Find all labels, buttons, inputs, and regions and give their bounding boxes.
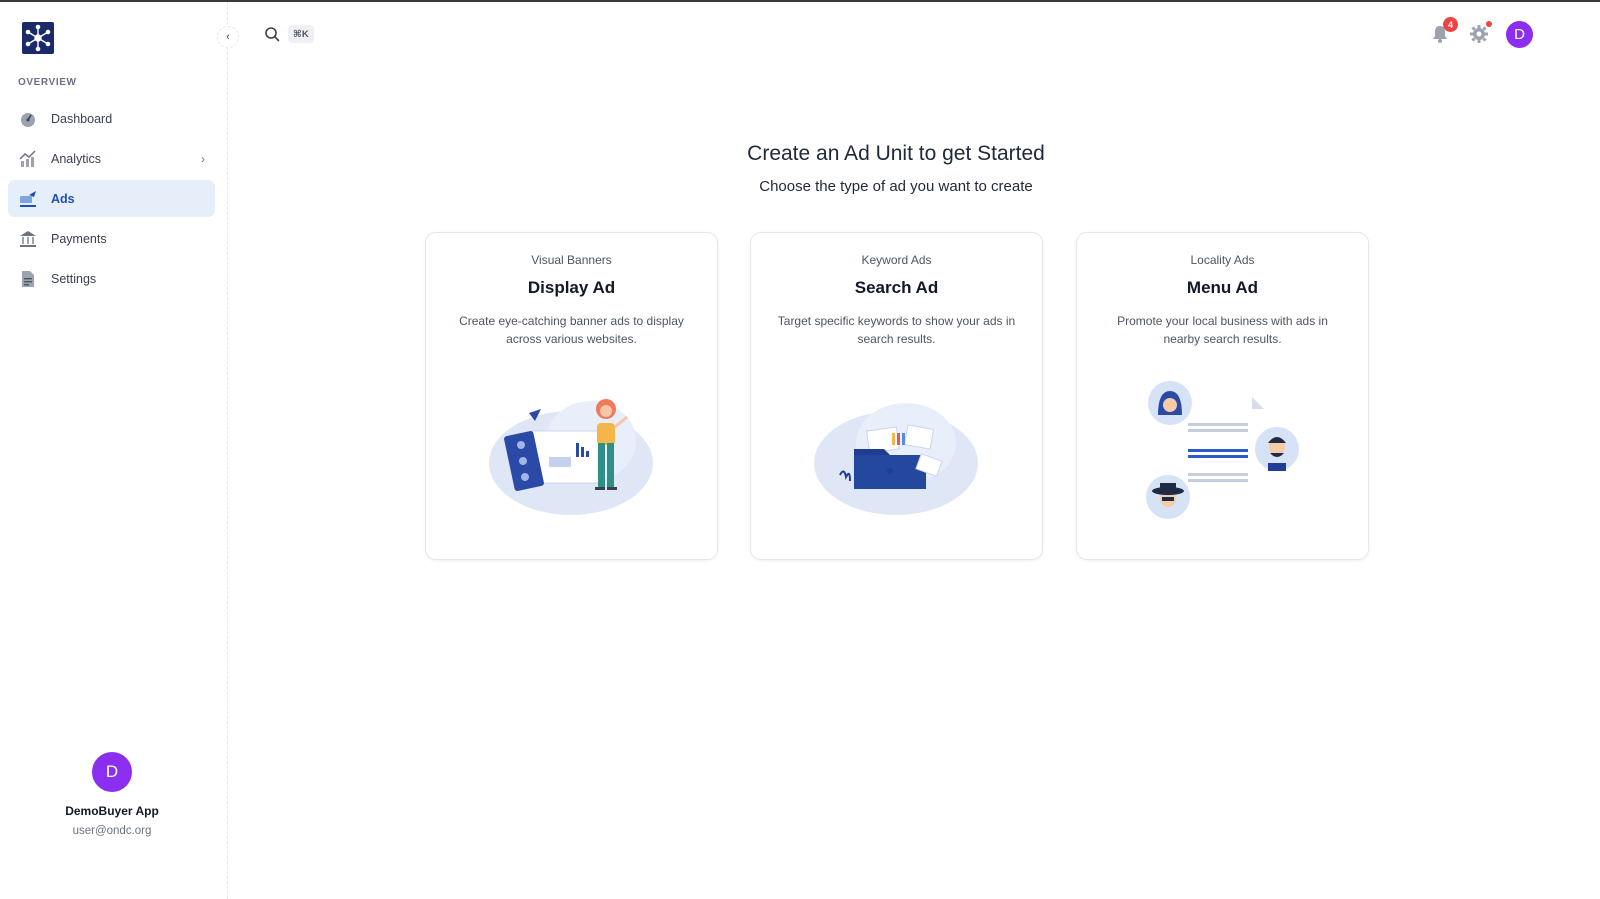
- card-eyebrow: Keyword Ads: [861, 253, 932, 267]
- sidebar-nav: Dashboard Analytics › Ads Payments Setti…: [8, 100, 215, 300]
- profile-email: user@ondc.org: [72, 825, 152, 837]
- menu-ad-card[interactable]: Locality Ads Menu Ad Promote your local …: [1076, 232, 1369, 560]
- sidebar-item-analytics[interactable]: Analytics ›: [8, 140, 215, 177]
- card-title: Search Ad: [854, 278, 939, 297]
- sidebar: OVERVIEW Dashboard Analytics › Ads Payme…: [0, 2, 228, 899]
- window-top-border: [0, 0, 1600, 2]
- sidebar-item-label: Payments: [51, 231, 107, 246]
- page-subtitle: Choose the type of ad you want to create: [759, 178, 1033, 195]
- sidebar-item-label: Analytics: [51, 151, 102, 166]
- sidebar-item-payments[interactable]: Payments: [8, 220, 215, 257]
- display-ad-illustration: [481, 381, 661, 521]
- sidebar-item-label: Dashboard: [51, 111, 113, 126]
- network-logo-icon: [25, 24, 51, 52]
- avatar[interactable]: D: [92, 752, 132, 792]
- sidebar-item-dashboard[interactable]: Dashboard: [8, 100, 215, 137]
- search-shortcut-badge[interactable]: ⌘K: [288, 25, 314, 43]
- app-logo[interactable]: [22, 22, 54, 54]
- sidebar-item-label: Ads: [51, 191, 75, 206]
- card-description: Promote your local business with ads in …: [1117, 314, 1328, 346]
- sidebar-section-label: OVERVIEW: [18, 77, 77, 88]
- menu-ad-illustration: [1132, 381, 1312, 521]
- chart-icon: [19, 149, 37, 168]
- notification-count-badge: 4: [1443, 17, 1458, 32]
- ads-icon: [19, 190, 37, 208]
- settings-alert-dot: [1486, 21, 1492, 27]
- collapse-sidebar-button[interactable]: ‹: [217, 26, 239, 48]
- gear-icon[interactable]: [1469, 24, 1489, 44]
- bank-icon: [19, 230, 37, 248]
- chevron-right-icon[interactable]: ›: [201, 152, 205, 166]
- profile-name: DemoBuyer App: [65, 804, 159, 818]
- card-description: Create eye-catching banner ads to displa…: [459, 314, 684, 346]
- sidebar-item-settings[interactable]: Settings: [8, 260, 215, 297]
- gauge-icon: [19, 110, 37, 128]
- card-eyebrow: Visual Banners: [531, 253, 612, 267]
- display-ad-card[interactable]: Visual Banners Display Ad Create eye-cat…: [425, 232, 718, 560]
- avatar[interactable]: D: [1506, 21, 1533, 48]
- sidebar-item-label: Settings: [51, 271, 97, 286]
- card-description: Target specific keywords to show your ad…: [777, 314, 1016, 346]
- document-icon: [19, 270, 37, 288]
- card-eyebrow: Locality Ads: [1190, 253, 1255, 267]
- card-title: Display Ad: [527, 278, 616, 297]
- search-ad-illustration: [806, 381, 986, 521]
- sidebar-item-ads[interactable]: Ads: [8, 180, 215, 217]
- card-title: Menu Ad: [1186, 278, 1259, 297]
- page-title: Create an Ad Unit to get Started: [747, 142, 1045, 165]
- search-icon[interactable]: [264, 26, 280, 42]
- sidebar-profile: D DemoBuyer App user@ondc.org: [0, 752, 224, 837]
- search-ad-card[interactable]: Keyword Ads Search Ad Target specific ke…: [750, 232, 1043, 560]
